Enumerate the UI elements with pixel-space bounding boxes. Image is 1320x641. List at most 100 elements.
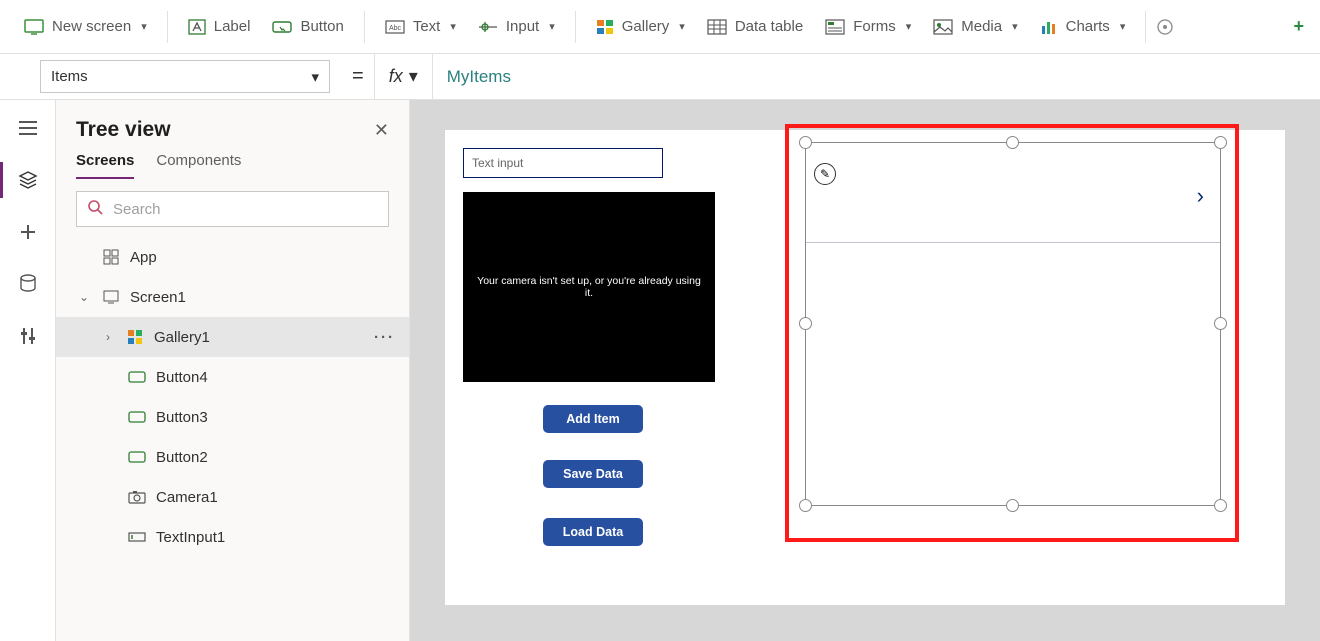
screen-canvas[interactable]: Text input Your camera isn't set up, or … bbox=[445, 130, 1285, 605]
charts-icon bbox=[1040, 19, 1058, 35]
tab-components[interactable]: Components bbox=[156, 152, 241, 179]
label-icon bbox=[188, 19, 206, 35]
charts-button[interactable]: Charts ▾ bbox=[1036, 12, 1130, 41]
tree-button3-label: Button3 bbox=[156, 409, 208, 426]
input-button[interactable]: Input ▾ bbox=[474, 12, 559, 41]
label-text: Label bbox=[214, 18, 251, 35]
text-button[interactable]: Abc Text ▾ bbox=[381, 12, 460, 41]
tree-gallery1[interactable]: › Gallery1 ··· bbox=[56, 317, 409, 357]
chevron-down-icon: ▾ bbox=[1120, 20, 1126, 33]
camera-message: Your camera isn't set up, or you're alre… bbox=[473, 275, 705, 299]
gallery-button[interactable]: Gallery ▾ bbox=[592, 12, 689, 41]
media-icon bbox=[933, 19, 953, 35]
tree-app-label: App bbox=[130, 249, 157, 266]
add-plus-icon[interactable]: + bbox=[1293, 16, 1304, 37]
load-data-button[interactable]: Load Data bbox=[543, 518, 643, 546]
gallery-template-row[interactable]: › bbox=[806, 143, 1220, 243]
chevron-right-icon[interactable]: › bbox=[1197, 183, 1204, 209]
forms-label: Forms bbox=[853, 18, 896, 35]
data-table-label: Data table bbox=[735, 18, 803, 35]
resize-handle[interactable] bbox=[1006, 136, 1019, 149]
save-data-button[interactable]: Save Data bbox=[543, 460, 643, 488]
new-screen-button[interactable]: New screen ▾ bbox=[20, 12, 151, 41]
expand-icon[interactable]: › bbox=[100, 330, 116, 344]
chevron-down-icon: ▾ bbox=[311, 68, 319, 86]
new-screen-label: New screen bbox=[52, 18, 131, 35]
forms-button[interactable]: Forms ▾ bbox=[821, 12, 915, 41]
button-icon bbox=[128, 408, 146, 426]
property-selector[interactable]: Items ▾ bbox=[40, 60, 330, 93]
insert-icon[interactable] bbox=[14, 218, 42, 246]
property-name: Items bbox=[51, 68, 88, 85]
chevron-down-icon: ▾ bbox=[141, 20, 147, 33]
text-label: Text bbox=[413, 18, 441, 35]
tree-search[interactable]: Search bbox=[76, 191, 389, 227]
close-icon[interactable]: ✕ bbox=[374, 120, 389, 141]
charts-label: Charts bbox=[1066, 18, 1110, 35]
ai-icon[interactable] bbox=[1156, 18, 1174, 36]
resize-handle[interactable] bbox=[799, 499, 812, 512]
text-icon: Abc bbox=[385, 20, 405, 34]
button-button[interactable]: Button bbox=[268, 12, 347, 41]
resize-handle[interactable] bbox=[1214, 317, 1227, 330]
toolbar-separator bbox=[167, 11, 168, 43]
forms-icon bbox=[825, 19, 845, 35]
resize-handle[interactable] bbox=[1214, 136, 1227, 149]
toolbar-separator bbox=[575, 11, 576, 43]
gallery-label: Gallery bbox=[622, 18, 670, 35]
tree-button3[interactable]: Button3 bbox=[56, 397, 409, 437]
tab-screens[interactable]: Screens bbox=[76, 152, 134, 179]
gallery-control[interactable]: ✎ › bbox=[805, 142, 1221, 506]
tools-icon[interactable] bbox=[14, 322, 42, 350]
hamburger-icon[interactable] bbox=[14, 114, 42, 142]
canvas-area[interactable]: Text input Your camera isn't set up, or … bbox=[410, 100, 1320, 641]
resize-handle[interactable] bbox=[799, 317, 812, 330]
label-button[interactable]: Label bbox=[184, 12, 255, 41]
tree-button4[interactable]: Button4 bbox=[56, 357, 409, 397]
tree-app[interactable]: App bbox=[56, 237, 409, 277]
chevron-down-icon: ▾ bbox=[450, 20, 456, 33]
chevron-down-icon: ▾ bbox=[409, 66, 418, 87]
button-icon bbox=[272, 19, 292, 35]
tree-gallery1-label: Gallery1 bbox=[154, 329, 210, 346]
formula-input[interactable]: MyItems bbox=[433, 54, 1320, 99]
input-label: Input bbox=[506, 18, 539, 35]
toolbar-separator bbox=[1145, 11, 1146, 43]
toolbar-separator bbox=[364, 11, 365, 43]
tree-camera1-label: Camera1 bbox=[156, 489, 218, 506]
text-input-control[interactable]: Text input bbox=[463, 148, 663, 178]
chevron-down-icon: ▾ bbox=[906, 20, 912, 33]
data-table-button[interactable]: Data table bbox=[703, 12, 807, 41]
save-data-label: Save Data bbox=[563, 467, 623, 481]
insert-toolbar: New screen ▾ Label Button Abc Text ▾ bbox=[0, 0, 1320, 54]
tree-textinput1-label: TextInput1 bbox=[156, 529, 225, 546]
edit-pencil-icon[interactable]: ✎ bbox=[814, 163, 836, 185]
camera-control[interactable]: Your camera isn't set up, or you're alre… bbox=[463, 192, 715, 382]
expand-icon[interactable]: ⌄ bbox=[76, 290, 92, 304]
more-icon[interactable]: ··· bbox=[374, 329, 395, 346]
gallery-icon bbox=[596, 19, 614, 35]
data-icon[interactable] bbox=[14, 270, 42, 298]
tree-button2[interactable]: Button2 bbox=[56, 437, 409, 477]
camera-icon bbox=[128, 488, 146, 506]
tree-panel: Tree view ✕ Screens Components Search Ap… bbox=[56, 100, 410, 641]
resize-handle[interactable] bbox=[1214, 499, 1227, 512]
resize-handle[interactable] bbox=[799, 136, 812, 149]
tree-camera1[interactable]: Camera1 bbox=[56, 477, 409, 517]
app-icon bbox=[102, 248, 120, 266]
tree-list: App ⌄ Screen1 › Gallery1 ··· bbox=[56, 237, 409, 557]
tree-screen1[interactable]: ⌄ Screen1 bbox=[56, 277, 409, 317]
chevron-down-icon: ▾ bbox=[679, 20, 685, 33]
media-button[interactable]: Media ▾ bbox=[929, 12, 1021, 41]
resize-handle[interactable] bbox=[1006, 499, 1019, 512]
button-icon bbox=[128, 368, 146, 386]
media-label: Media bbox=[961, 18, 1002, 35]
search-icon bbox=[87, 199, 103, 219]
tree-textinput1[interactable]: TextInput1 bbox=[56, 517, 409, 557]
tree-view-icon[interactable] bbox=[14, 166, 42, 194]
tree-title: Tree view bbox=[76, 118, 171, 142]
chevron-down-icon: ▾ bbox=[1012, 20, 1018, 33]
fx-button[interactable]: fx ▾ bbox=[374, 54, 433, 99]
add-item-button[interactable]: Add Item bbox=[543, 405, 643, 433]
screen-icon bbox=[102, 288, 120, 306]
